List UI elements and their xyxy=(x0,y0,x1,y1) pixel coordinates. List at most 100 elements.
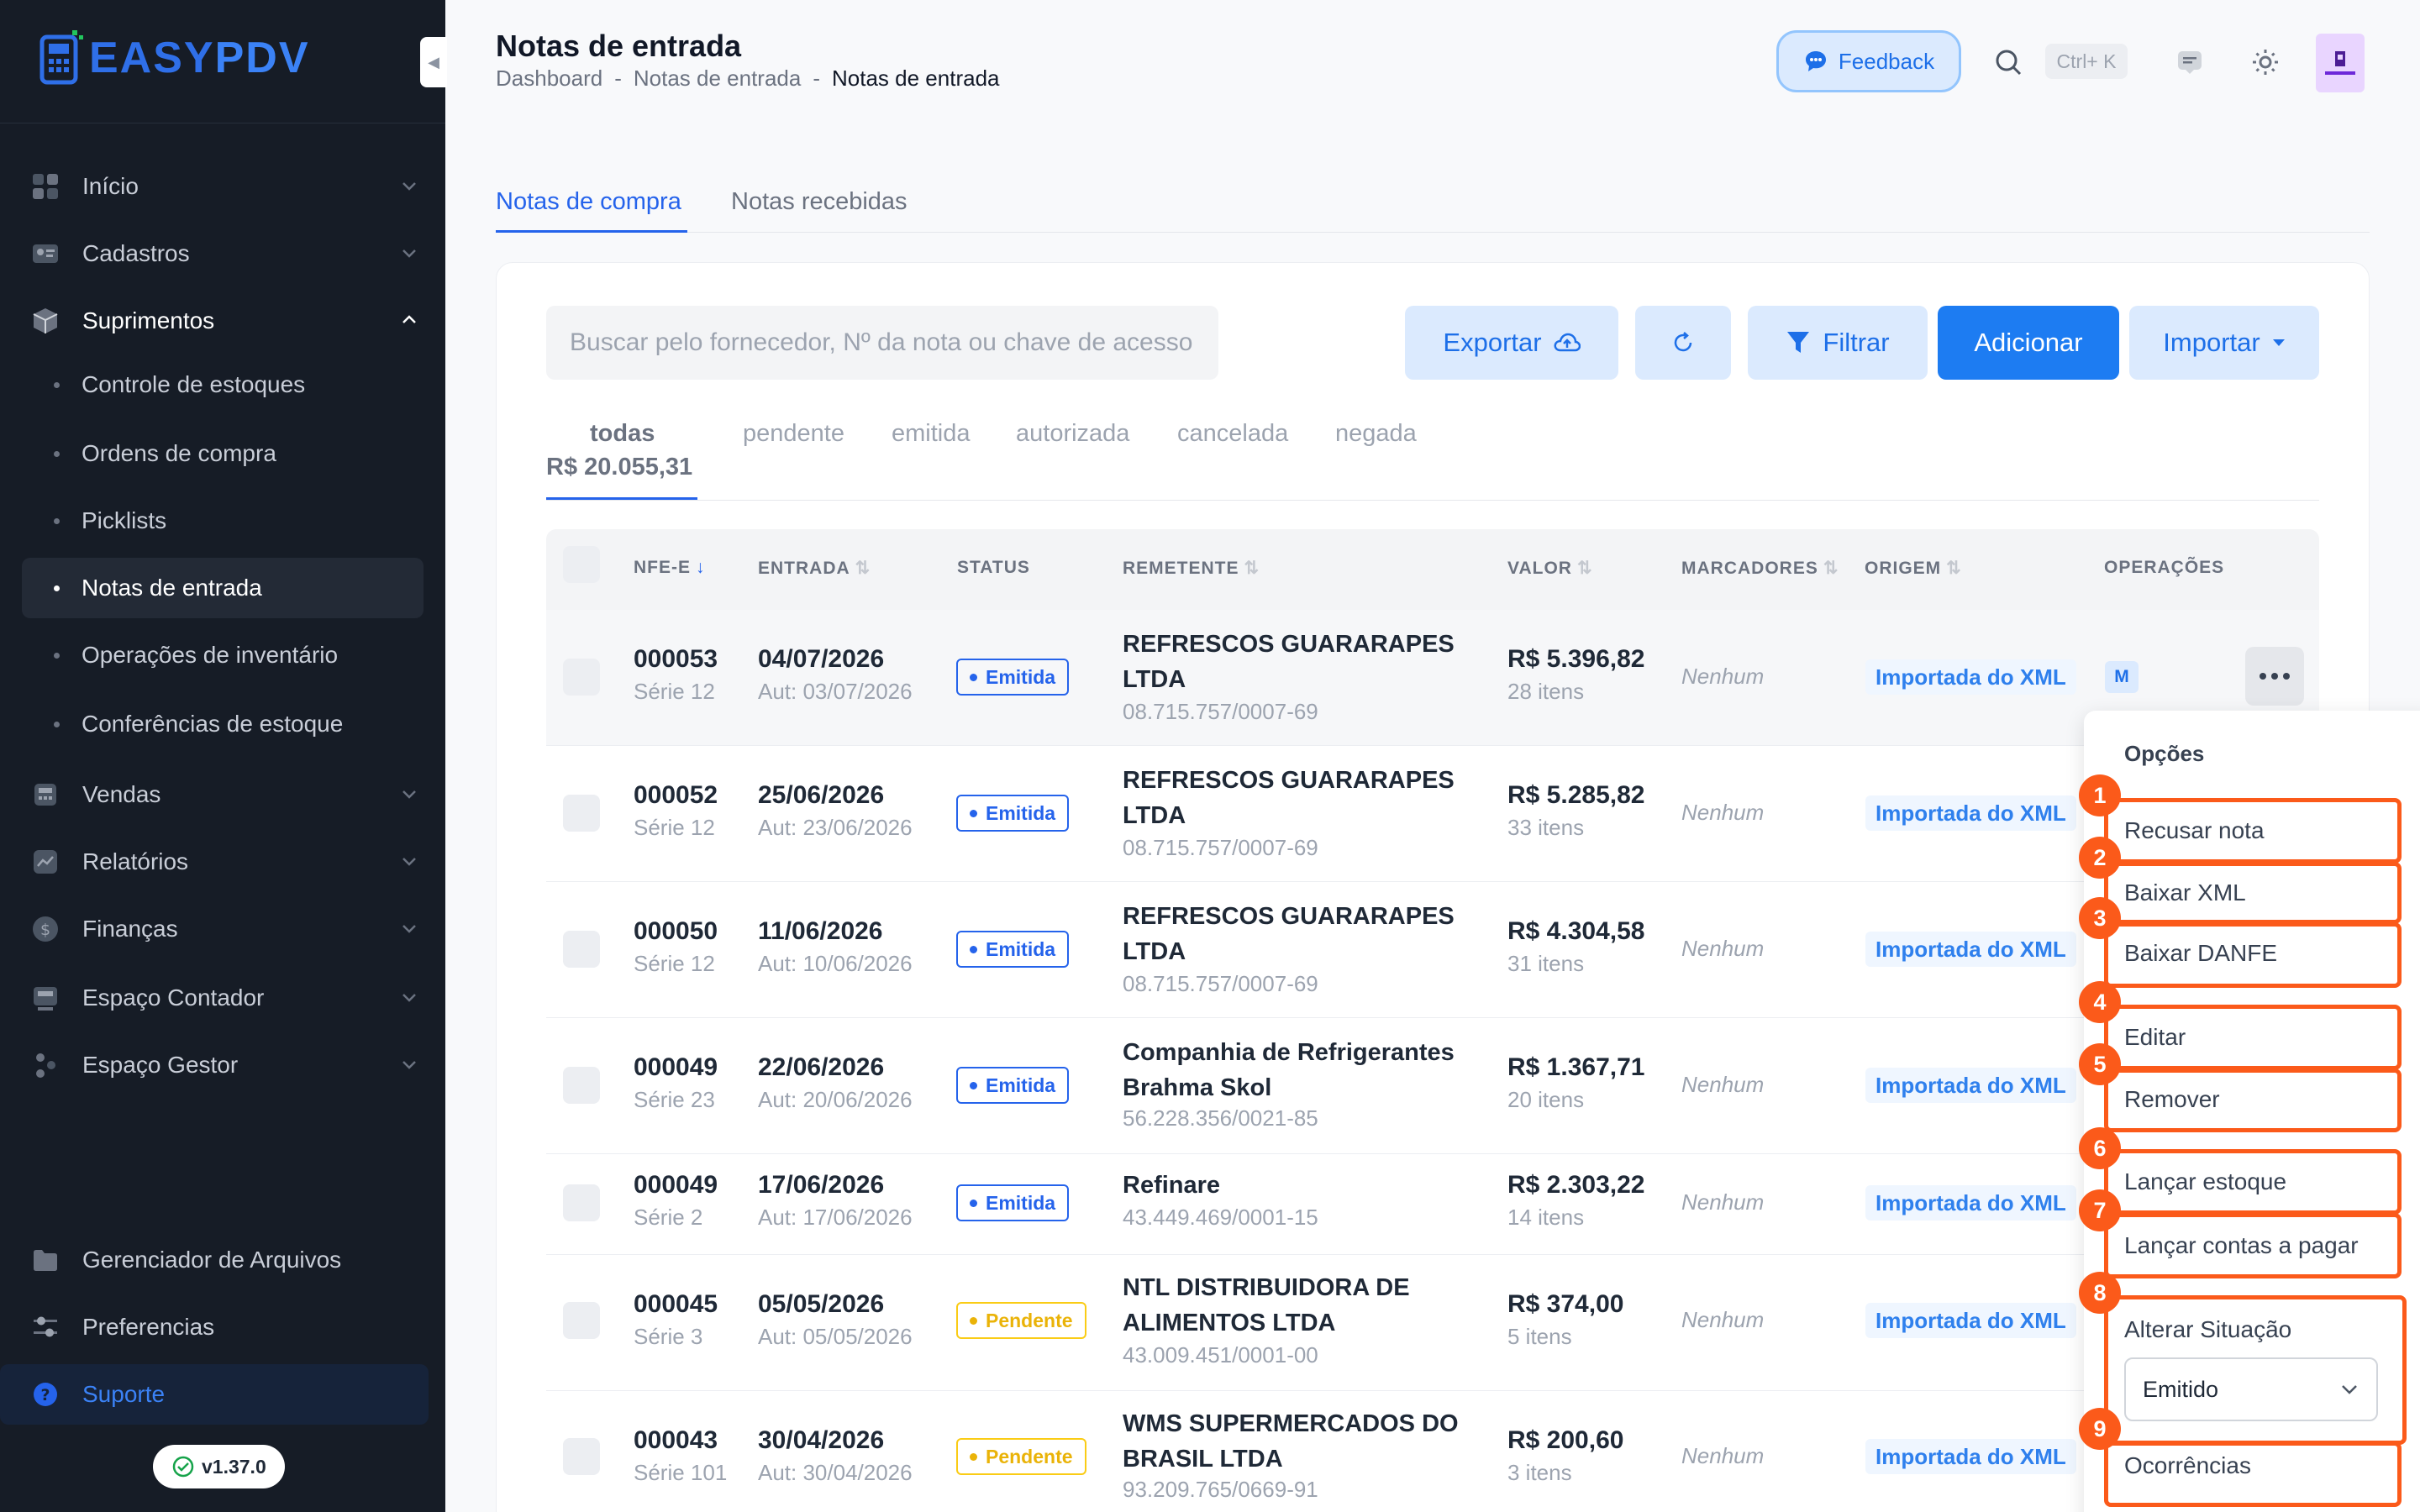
aut-date: Aut: 05/05/2026 xyxy=(758,1324,913,1349)
column-header-entrada[interactable]: ENTRADA ⇅ xyxy=(758,558,871,579)
tab-notas-compra[interactable]: Notas de compra xyxy=(496,188,681,216)
help-icon: ? xyxy=(29,1378,62,1411)
row-checkbox[interactable] xyxy=(563,1184,600,1221)
remetente-name-line1: Refinare xyxy=(1123,1172,1221,1199)
row-actions-button[interactable] xyxy=(2245,647,2304,706)
sidebar-item-espaco-contador[interactable]: Espaço Contador xyxy=(22,968,424,1028)
remetente-cnpj: 93.209.765/0669-91 xyxy=(1123,1477,1318,1502)
sidebar-item-suprimentos[interactable]: Suprimentos xyxy=(22,291,424,351)
annotation-marker: 6 xyxy=(2079,1127,2121,1169)
nfe-serie: Série 12 xyxy=(634,679,715,704)
column-label: ORIGEM xyxy=(1865,559,1942,578)
sidebar-item-espaco-gestor[interactable]: Espaço Gestor xyxy=(22,1035,424,1095)
sidebar-subitem-operacoes-inventario[interactable]: Operações de inventário xyxy=(22,625,424,685)
sidebar-item-gerenciador-arquivos[interactable]: Gerenciador de Arquivos xyxy=(22,1230,424,1290)
row-checkbox[interactable] xyxy=(563,659,600,696)
sidebar-subitem-label: Notas de entrada xyxy=(82,575,262,601)
valor-itens: 5 itens xyxy=(1507,1324,1572,1349)
column-header-origem[interactable]: ORIGEM ⇅ xyxy=(1865,558,1962,579)
sidebar-item-vendas[interactable]: Vendas xyxy=(22,764,424,825)
sidebar-subitem-controle-estoques[interactable]: Controle de estoques xyxy=(22,354,424,415)
sidebar-item-suporte[interactable]: ? Suporte xyxy=(0,1364,429,1425)
situacao-select[interactable]: Emitido xyxy=(2124,1357,2378,1421)
breadcrumb-notas-entrada[interactable]: Notas de entrada xyxy=(634,66,801,92)
search-input[interactable]: Buscar pelo fornecedor, Nº da nota ou ch… xyxy=(546,306,1218,380)
collapse-sidebar-button[interactable]: ◀ xyxy=(420,37,447,87)
valor-itens: 20 itens xyxy=(1507,1087,1585,1112)
sort-icon: ⇅ xyxy=(1823,559,1839,578)
breadcrumb-dashboard[interactable]: Dashboard xyxy=(496,66,602,92)
dot-icon xyxy=(2283,673,2290,680)
sidebar-subitem-picklists[interactable]: Picklists xyxy=(22,491,424,551)
row-checkbox[interactable] xyxy=(563,1067,600,1104)
chevron-down-icon xyxy=(402,182,416,191)
id-card-icon xyxy=(29,237,62,270)
tab-notas-recebidas[interactable]: Notas recebidas xyxy=(731,188,908,216)
add-button[interactable]: Adicionar xyxy=(1938,306,2119,380)
avatar[interactable] xyxy=(2316,34,2365,92)
status-tab-pendente[interactable]: pendente xyxy=(743,420,844,448)
sidebar-subitem-label: Operações de inventário xyxy=(82,642,339,668)
messages-icon[interactable] xyxy=(2171,44,2208,81)
accountant-icon xyxy=(29,981,62,1015)
column-header-nfe[interactable]: NFE-E ↓ xyxy=(634,558,706,578)
sidebar-item-inicio[interactable]: Início xyxy=(22,156,424,217)
operation-badge: M xyxy=(2105,661,2139,693)
status-badge: Emitida xyxy=(956,1067,1070,1104)
row-checkbox[interactable] xyxy=(563,1302,600,1339)
filter-button[interactable]: Filtrar xyxy=(1748,306,1928,380)
aut-date: Aut: 03/07/2026 xyxy=(758,679,913,704)
nfe-serie: Série 101 xyxy=(634,1460,728,1485)
status-label: Emitida xyxy=(986,1074,1056,1096)
status-tab-autorizada[interactable]: autorizada xyxy=(1016,420,1129,448)
sidebar-subitem-ordens-compra[interactable]: Ordens de compra xyxy=(22,423,424,484)
remetente-cnpj: 08.715.757/0007-69 xyxy=(1123,971,1318,996)
status-tab-emitida[interactable]: emitida xyxy=(892,420,971,448)
sort-icon: ⇅ xyxy=(1244,559,1260,578)
refresh-button[interactable] xyxy=(1635,306,1731,380)
sidebar-item-label: Gerenciador de Arquivos xyxy=(82,1247,342,1273)
row-checkbox[interactable] xyxy=(563,931,600,968)
status-badge: Emitida xyxy=(956,931,1070,968)
annotation-marker: 8 xyxy=(2079,1272,2121,1314)
column-header-valor[interactable]: VALOR ⇅ xyxy=(1507,558,1593,579)
sidebar: EASYPDV ◀ Início Cadastros Suprimentos C… xyxy=(0,0,447,1512)
status-tab-active-indicator xyxy=(546,497,697,500)
theme-sun-icon[interactable] xyxy=(2247,44,2284,81)
column-header-marcadores[interactable]: MARCADORES ⇅ xyxy=(1681,558,1839,579)
sidebar-item-relatorios[interactable]: Relatórios xyxy=(22,832,424,892)
annotation-marker: 3 xyxy=(2079,897,2121,939)
remetente-name-line1: WMS SUPERMERCADOS DO xyxy=(1123,1410,1459,1437)
sort-icon: ⇅ xyxy=(1946,559,1962,578)
status-tab-negada[interactable]: negada xyxy=(1335,420,1417,448)
entrada-date: 22/06/2026 xyxy=(758,1053,885,1081)
sidebar-item-cadastros[interactable]: Cadastros xyxy=(22,223,424,284)
row-checkbox[interactable] xyxy=(563,1438,600,1475)
select-all-checkbox[interactable] xyxy=(563,546,600,583)
row-checkbox[interactable] xyxy=(563,795,600,832)
search-icon[interactable] xyxy=(1990,44,2027,81)
export-button[interactable]: Exportar xyxy=(1405,306,1618,380)
import-dropdown-button[interactable]: Importar xyxy=(2129,306,2319,380)
aut-date: Aut: 10/06/2026 xyxy=(758,951,913,976)
store-logo-icon xyxy=(2325,51,2355,75)
remetente-name-line2: LTDA xyxy=(1123,938,1186,965)
status-badge: Emitida xyxy=(956,1184,1070,1221)
sidebar-subitem-notas-entrada[interactable]: Notas de entrada xyxy=(22,558,424,618)
add-label: Adicionar xyxy=(1974,328,2083,357)
column-label: MARCADORES xyxy=(1681,559,1818,578)
column-header-remetente[interactable]: REMETENTE ⇅ xyxy=(1123,558,1260,579)
sidebar-subitem-conferencias-estoque[interactable]: Conferências de estoque xyxy=(22,694,424,754)
status-tab-cancelada[interactable]: cancelada xyxy=(1177,420,1288,448)
valor-itens: 28 itens xyxy=(1507,679,1585,704)
status-tab-todas[interactable]: todas xyxy=(590,420,655,448)
status-tabs-divider xyxy=(546,500,2319,501)
sidebar-item-preferencias[interactable]: Preferencias xyxy=(22,1297,424,1357)
menu-item-label: Ocorrências xyxy=(2124,1452,2251,1478)
sidebar-item-label: Espaço Gestor xyxy=(82,1052,239,1078)
remetente-name-line1: REFRESCOS GUARARAPES xyxy=(1123,767,1455,794)
feedback-button[interactable]: Feedback xyxy=(1776,30,1961,92)
easypdv-logo[interactable]: EASYPDV xyxy=(39,29,310,87)
sidebar-item-financas[interactable]: $ Finanças xyxy=(22,899,424,959)
chat-bubble-icon xyxy=(1805,51,1826,71)
